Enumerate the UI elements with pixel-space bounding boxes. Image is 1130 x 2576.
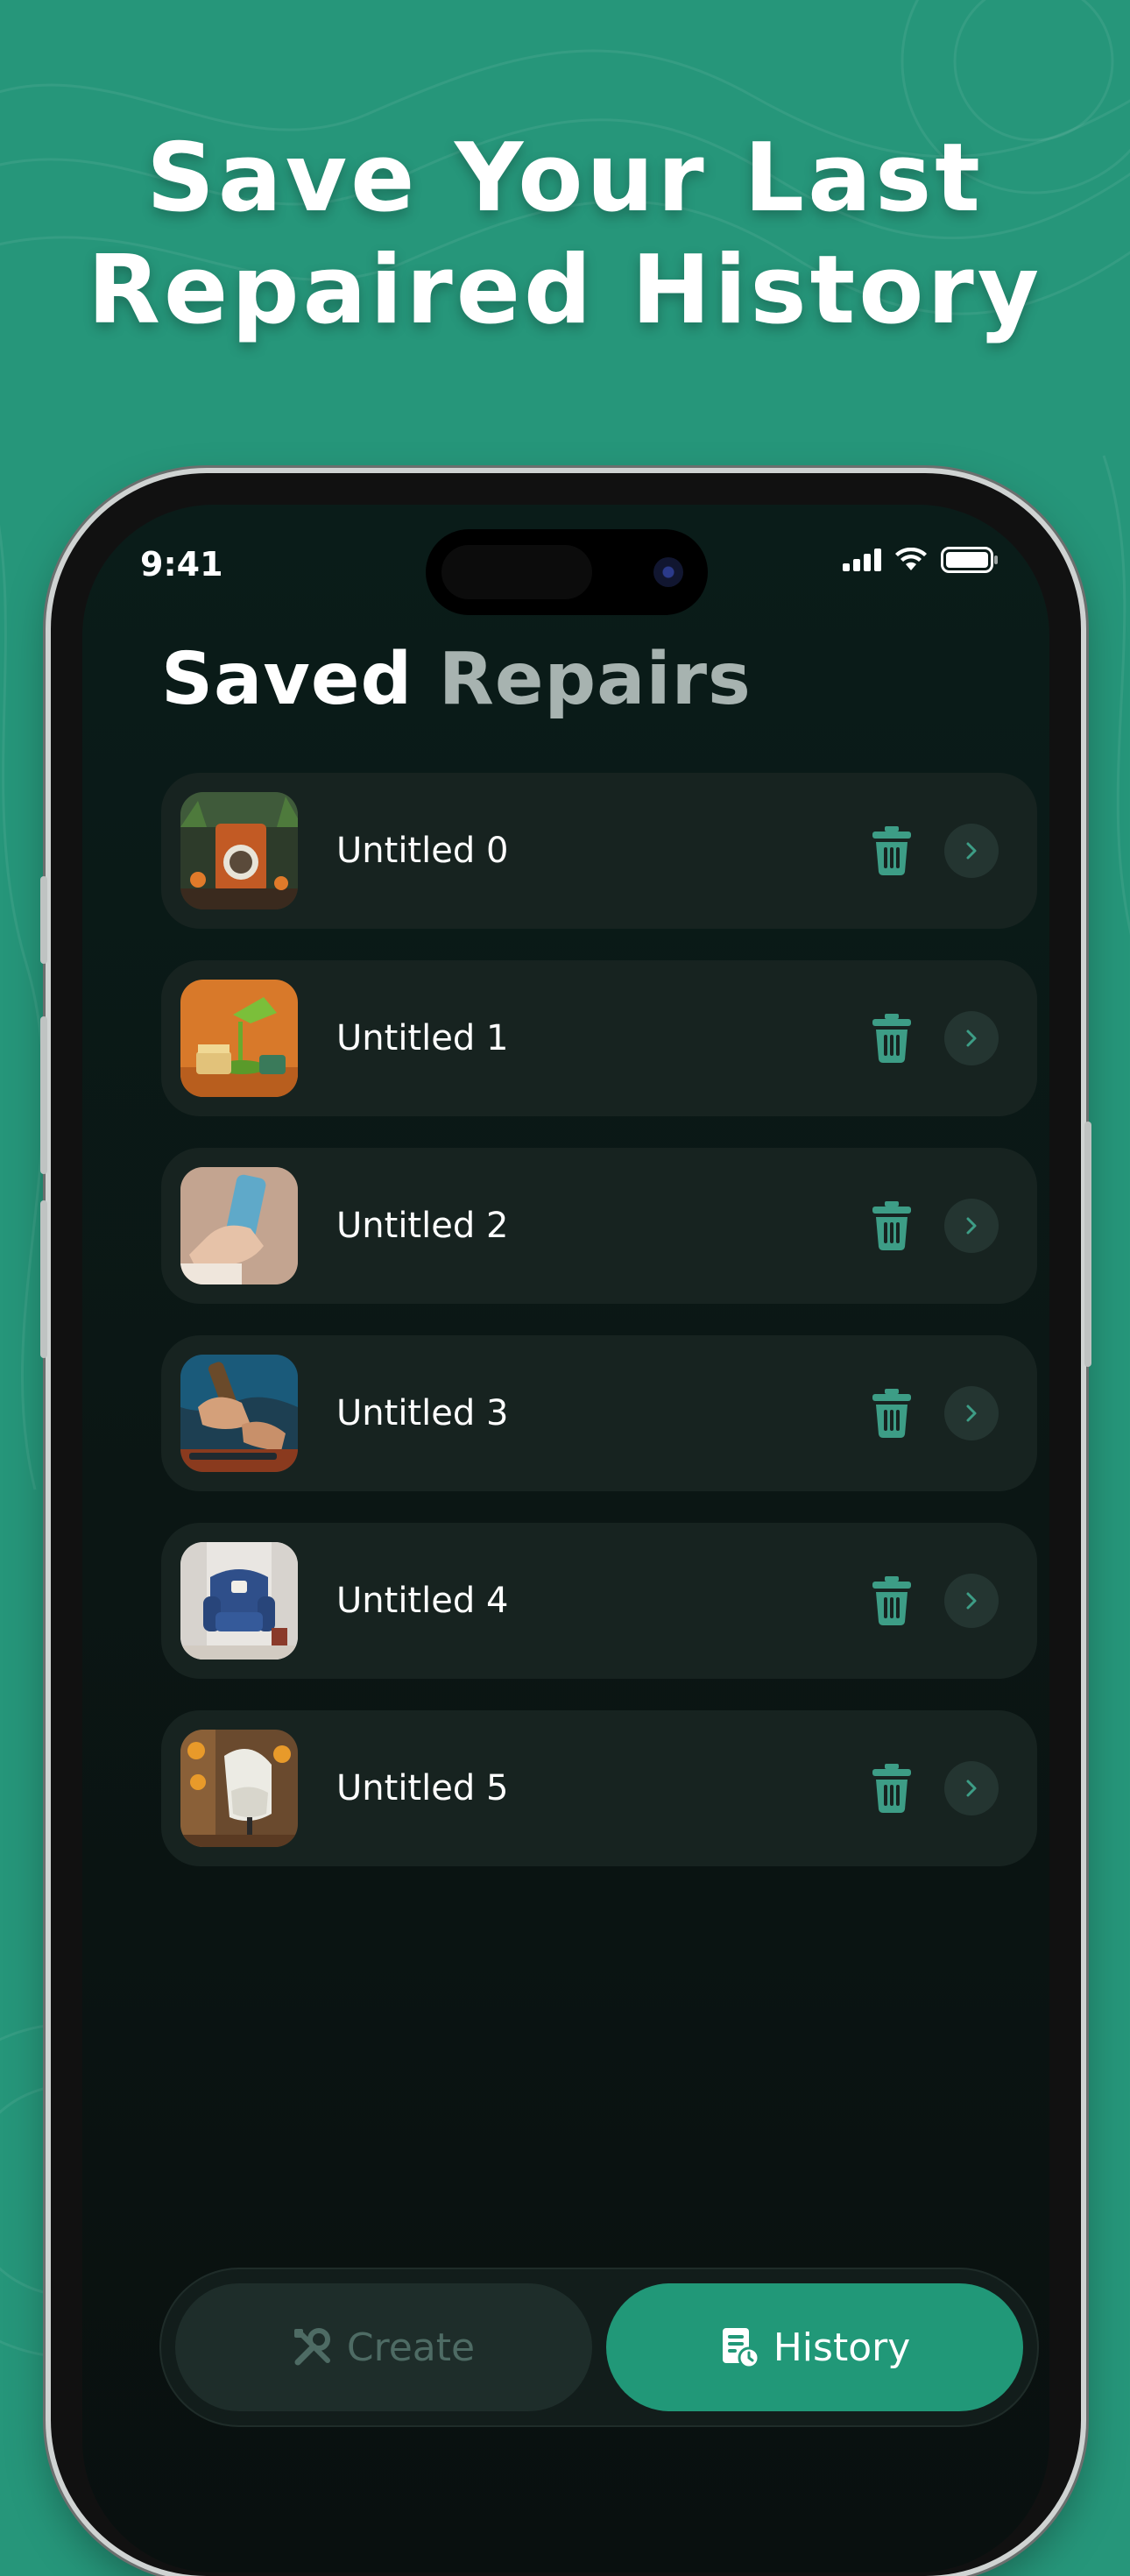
bottom-tab-bar: Create History [159, 2268, 1039, 2427]
open-repair-button[interactable] [944, 824, 999, 878]
battery-icon [941, 547, 998, 573]
phone-side-button [40, 876, 47, 964]
marketing-headline: Save Your Last Repaired History [0, 123, 1130, 347]
island-sensor [441, 545, 592, 599]
page-title: Saved Repairs [161, 638, 752, 721]
repair-thumbnail-washing-machine [180, 792, 298, 909]
chevron-right-icon [966, 1217, 977, 1235]
repair-list-item[interactable]: Untitled 0 [161, 773, 1037, 929]
status-icons [843, 547, 999, 573]
cellular-signal-icon [843, 548, 881, 571]
open-repair-button[interactable] [944, 1011, 999, 1065]
delete-trash-icon[interactable] [872, 1389, 911, 1438]
repair-thumbnail-armchair [180, 1542, 298, 1660]
repair-title: Untitled 3 [336, 1393, 509, 1433]
chevron-right-icon [966, 1405, 977, 1422]
dynamic-island [426, 529, 708, 615]
tools-icon [293, 2328, 330, 2366]
page-title-part-1: Saved [161, 638, 413, 721]
chevron-right-icon [966, 1780, 977, 1797]
wifi-icon [895, 548, 927, 570]
delete-trash-icon[interactable] [872, 826, 911, 875]
headline-line-2: Repaired History [87, 236, 1043, 345]
tab-history[interactable]: History [606, 2283, 1023, 2411]
delete-trash-icon[interactable] [872, 1014, 911, 1063]
page-title-part-2: Repairs [438, 638, 752, 721]
chevron-right-icon [966, 842, 977, 860]
repair-thumbnail-egg-chair [180, 1730, 298, 1847]
headline-line-1: Save Your Last [146, 124, 984, 233]
repair-list-item[interactable]: Untitled 5 [161, 1710, 1037, 1866]
chevron-right-icon [966, 1592, 977, 1610]
repair-title: Untitled 4 [336, 1581, 509, 1621]
repair-title: Untitled 5 [336, 1768, 509, 1808]
saved-repairs-list: Untitled 0 Untitled 1 Untitled 2 Untitle… [161, 773, 1037, 1898]
repair-list-item[interactable]: Untitled 1 [161, 960, 1037, 1116]
open-repair-button[interactable] [944, 1199, 999, 1253]
delete-trash-icon[interactable] [872, 1576, 911, 1625]
tab-history-label: History [773, 2325, 911, 2370]
repair-list-item[interactable]: Untitled 3 [161, 1335, 1037, 1491]
repair-thumbnail-screwdriver [180, 1355, 298, 1472]
repair-thumbnail-smartphone [180, 1167, 298, 1284]
open-repair-button[interactable] [944, 1386, 999, 1440]
delete-trash-icon[interactable] [872, 1201, 911, 1250]
delete-trash-icon[interactable] [872, 1764, 911, 1813]
repair-list-item[interactable]: Untitled 4 [161, 1523, 1037, 1679]
history-document-icon [722, 2328, 759, 2368]
front-camera-icon [653, 557, 683, 587]
repair-thumbnail-desk-lamp [180, 980, 298, 1097]
repair-title: Untitled 1 [336, 1018, 509, 1058]
tab-create-label: Create [346, 2325, 476, 2370]
repair-list-item[interactable]: Untitled 2 [161, 1148, 1037, 1304]
tab-create[interactable]: Create [175, 2283, 592, 2411]
phone-side-button [1084, 1122, 1091, 1367]
chevron-right-icon [966, 1030, 977, 1047]
open-repair-button[interactable] [944, 1761, 999, 1815]
app-screen: 9:41 Saved Repairs Untitled 0 Untitled 1… [82, 505, 1049, 2572]
phone-side-button [40, 1200, 47, 1358]
status-time: 9:41 [140, 545, 223, 584]
repair-title: Untitled 0 [336, 831, 509, 871]
phone-frame: 9:41 Saved Repairs Untitled 0 Untitled 1… [40, 473, 1091, 2576]
repair-title: Untitled 2 [336, 1206, 509, 1246]
phone-side-button [40, 1016, 47, 1174]
open-repair-button[interactable] [944, 1574, 999, 1628]
